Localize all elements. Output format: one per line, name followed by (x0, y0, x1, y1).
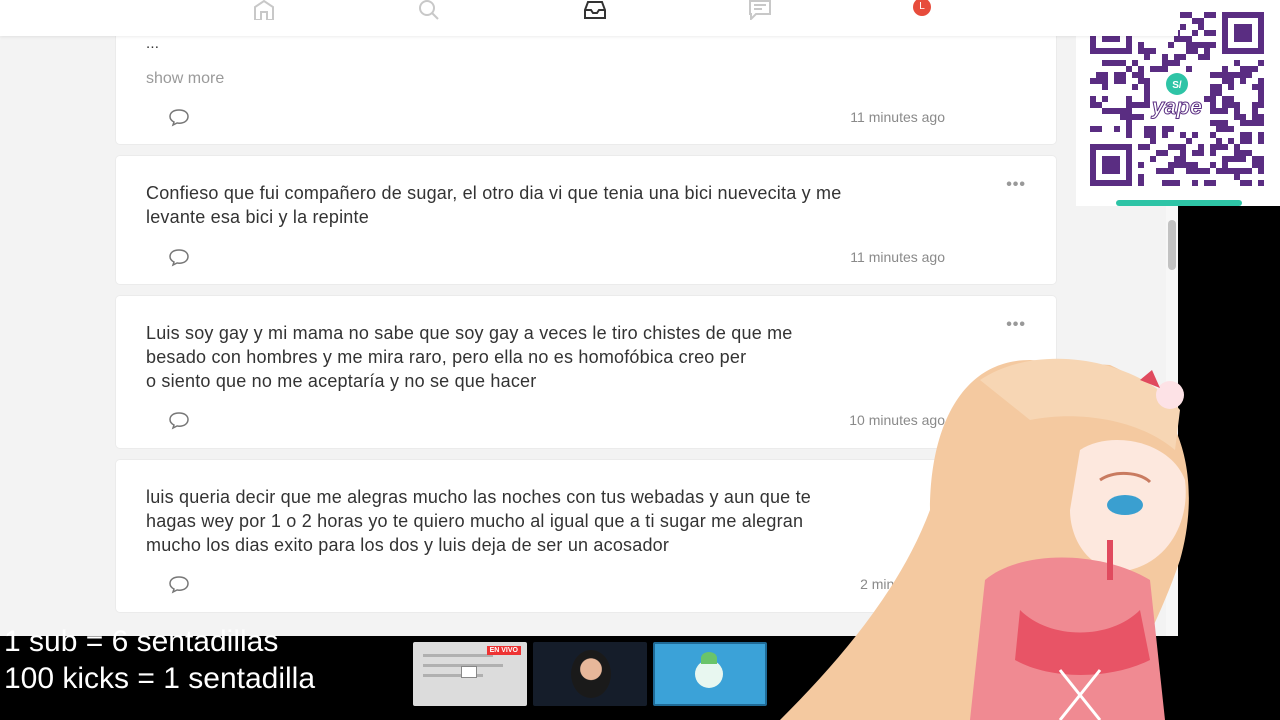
window-thumbnail-active[interactable] (653, 642, 767, 706)
comment-icon[interactable] (168, 247, 190, 267)
more-options-button[interactable]: ••• (1006, 316, 1026, 334)
kicks-rule-text: 100 kicks = 1 sentadilla (4, 662, 316, 695)
post-line: Confieso que fui compañero de sugar, el … (146, 183, 842, 203)
post-line: levante esa bici y la repinte (146, 207, 369, 227)
post-time: 11 minutes ago (850, 249, 945, 265)
home-icon[interactable] (252, 0, 282, 22)
window-thumbnail[interactable] (533, 642, 647, 706)
window-thumbnail[interactable]: EN VIVO (413, 642, 527, 706)
mascot-leaf (701, 652, 717, 664)
search-icon[interactable] (417, 0, 447, 22)
person-thumbnail (571, 650, 611, 698)
comment-icon[interactable] (168, 574, 190, 594)
show-more-link[interactable]: show more (146, 70, 224, 88)
more-options-button[interactable]: ••• (1006, 176, 1026, 194)
vtuber-avatar-image (780, 358, 1189, 720)
yape-bar (1116, 200, 1242, 206)
live-badge: EN VIVO (486, 646, 521, 655)
top-nav: L (0, 0, 1178, 36)
comment-icon[interactable] (168, 410, 190, 430)
mascot-thumbnail (695, 660, 723, 688)
post-text: Confieso que fui compañero de sugar, el … (146, 181, 946, 229)
messages-icon[interactable] (748, 0, 778, 22)
post-time: 11 minutes ago (850, 109, 945, 125)
thumb-line (423, 654, 493, 657)
sub-rule-text: 1 sub = 6 sentadillas (4, 625, 279, 658)
yape-logo-text: yape (1151, 94, 1202, 119)
post-card: Confieso que fui compañero de sugar, el … (116, 156, 1056, 284)
yape-symbol: S/ (1172, 80, 1182, 91)
monitor-icon (461, 666, 477, 678)
post-card: jajajaj ... show more 11 minutes ago (116, 20, 1056, 144)
profile-badge[interactable]: L (913, 0, 931, 16)
scrollbar-thumb[interactable] (1168, 220, 1176, 270)
comment-icon[interactable] (168, 107, 190, 127)
inbox-icon[interactable] (583, 0, 613, 22)
